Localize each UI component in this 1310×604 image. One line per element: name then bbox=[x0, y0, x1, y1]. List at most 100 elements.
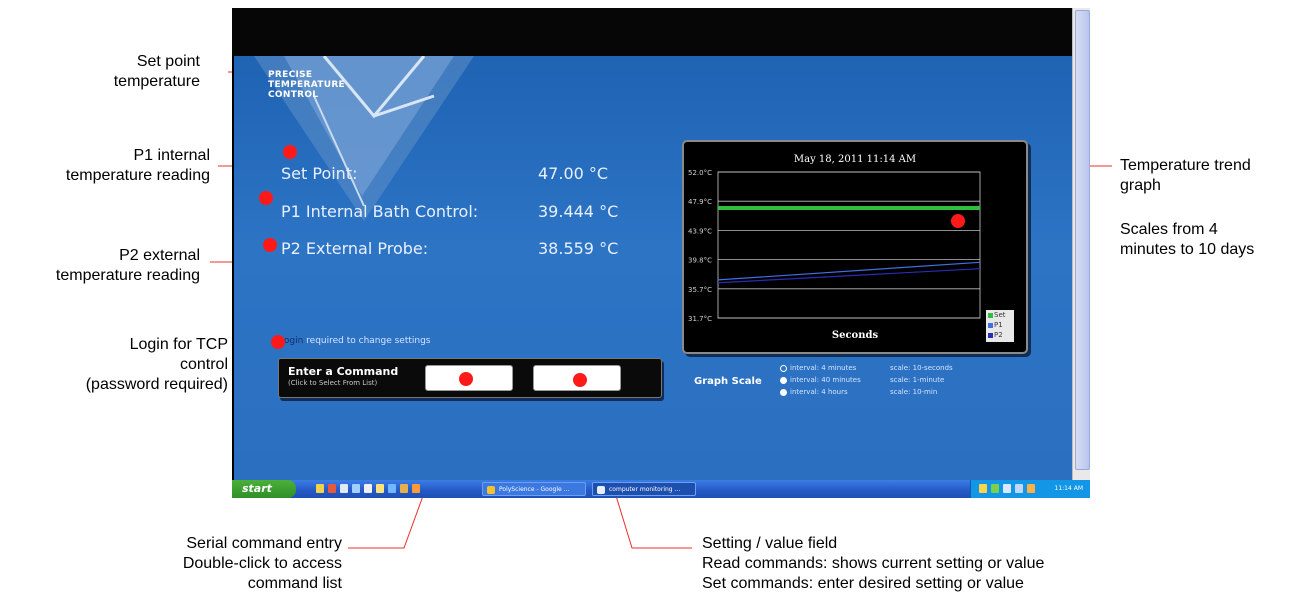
y-tick-label: 52.0°C bbox=[688, 169, 712, 177]
annotation-line: Login for TCP bbox=[129, 336, 228, 353]
command-title: Enter a Command bbox=[288, 365, 399, 378]
scale-value: scale: 1-minute bbox=[890, 376, 945, 384]
logo-line: CONTROL bbox=[268, 90, 319, 100]
graph-scale-option[interactable]: interval: 4 minutes scale: 10-seconds bbox=[780, 364, 953, 372]
scale-interval: interval: 4 hours bbox=[790, 388, 848, 396]
tray-icon[interactable] bbox=[979, 484, 987, 493]
quicklaunch-icon[interactable] bbox=[352, 484, 360, 493]
scrollbar-thumb[interactable] bbox=[1075, 10, 1090, 470]
tray-icon[interactable] bbox=[1003, 484, 1011, 493]
scale-interval: interval: 40 minutes bbox=[790, 376, 861, 384]
tray-icon[interactable] bbox=[1027, 484, 1035, 493]
p2-label: P2 External Probe: bbox=[281, 239, 429, 258]
annotation-line: Read commands: shows current setting or … bbox=[702, 555, 1045, 572]
quicklaunch-icon[interactable] bbox=[400, 484, 408, 493]
taskbar-clock: 11:14 AM bbox=[1054, 485, 1083, 492]
command-subtitle: (Click to Select From List) bbox=[288, 379, 378, 387]
app-screenshot: PRECISE TEMPERATURE CONTROL Set Point: 4… bbox=[232, 8, 1090, 498]
quicklaunch-icon[interactable] bbox=[364, 484, 372, 493]
y-tick-label: 39.8°C bbox=[688, 257, 712, 265]
system-tray: 11:14 AM bbox=[970, 480, 1090, 498]
legend-item-set: Set bbox=[988, 311, 1006, 319]
serial-command-field[interactable] bbox=[425, 365, 513, 391]
annotation-line: Set commands: enter desired setting or v… bbox=[702, 575, 1024, 592]
annotation-login: Login for TCP control (password required… bbox=[20, 335, 228, 395]
windows-taskbar: start PolyScience - Google ... computer … bbox=[232, 480, 1090, 498]
quicklaunch-icon[interactable] bbox=[316, 484, 324, 493]
scale-interval: interval: 4 minutes bbox=[790, 364, 857, 372]
legend-swatch-set bbox=[988, 312, 993, 318]
legend-swatch-p1 bbox=[988, 322, 993, 328]
set-point-value: 47.00 °C bbox=[538, 164, 609, 183]
annotation-setting: Setting / value field Read commands: sho… bbox=[702, 534, 1122, 594]
quicklaunch-icon[interactable] bbox=[376, 484, 384, 493]
annotation-line: control bbox=[179, 356, 228, 373]
annotation-line: minutes to 10 days bbox=[1120, 241, 1255, 258]
browser-scrollbar[interactable] bbox=[1072, 8, 1090, 480]
graph-plot: 52.0°C 47.9°C 43.9°C 39.8°C 35.7°C 31.7°C bbox=[688, 169, 981, 323]
set-point-label: Set Point: bbox=[281, 164, 358, 183]
temperature-trend-graph: May 18, 2011 11:14 AM 52.0°C 47.9°C 43.9°C… bbox=[682, 140, 1028, 354]
task-label: computer monitoring ... bbox=[609, 486, 681, 493]
annotation-line: Setting / value field bbox=[702, 535, 838, 552]
taskbar-item-browser[interactable]: PolyScience - Google ... bbox=[482, 482, 586, 496]
taskbar-item-document[interactable]: computer monitoring ... bbox=[592, 482, 696, 496]
setting-value-field[interactable] bbox=[533, 365, 621, 391]
app-content: PRECISE TEMPERATURE CONTROL Set Point: 4… bbox=[234, 56, 1072, 480]
annotation-serial: Serial command entry Double-click to acc… bbox=[80, 534, 342, 594]
p1-value: 39.444 °C bbox=[538, 202, 619, 221]
start-button[interactable]: start bbox=[232, 480, 296, 498]
y-tick-label: 47.9°C bbox=[688, 198, 712, 206]
radio-icon[interactable] bbox=[780, 388, 787, 396]
p1-label: P1 Internal Bath Control: bbox=[281, 202, 479, 221]
legend-label-p2: P2 bbox=[994, 331, 1003, 339]
annotation-line: temperature reading bbox=[65, 167, 210, 184]
browser-icon bbox=[487, 486, 495, 494]
legend-label-set: Set bbox=[994, 311, 1006, 319]
p2-value: 38.559 °C bbox=[538, 239, 619, 258]
annotation-line: graph bbox=[1120, 177, 1161, 194]
login-link[interactable]: Login bbox=[279, 336, 303, 346]
annotation-line: P2 external bbox=[119, 247, 200, 264]
task-label: PolyScience - Google ... bbox=[499, 486, 570, 493]
window-top-bar bbox=[232, 8, 1090, 56]
annotation-line: P1 internal bbox=[133, 147, 211, 164]
plot-border bbox=[717, 171, 981, 319]
graph-scale-option[interactable]: interval: 4 hours scale: 10-min bbox=[780, 388, 937, 396]
quicklaunch-icon[interactable] bbox=[328, 484, 336, 493]
graph-scale-label: Graph Scale bbox=[694, 376, 762, 387]
annotation-line: Temperature trend bbox=[1120, 157, 1251, 174]
quicklaunch-icon[interactable] bbox=[340, 484, 348, 493]
document-icon bbox=[597, 486, 605, 494]
graph-scale-option[interactable]: interval: 40 minutes scale: 1-minute bbox=[780, 376, 944, 384]
annotation-trend: Temperature trend graph bbox=[1120, 156, 1308, 196]
login-row: Login required to change settings bbox=[279, 336, 431, 346]
graph-xlabel: Seconds bbox=[831, 330, 879, 341]
annotation-line: Serial command entry bbox=[186, 535, 342, 552]
annotation-p2: P2 external temperature reading bbox=[0, 246, 200, 286]
quicklaunch-icon[interactable] bbox=[412, 484, 420, 493]
annotation-line: temperature bbox=[113, 73, 200, 90]
annotation-p1: P1 internal temperature reading bbox=[20, 146, 210, 186]
scale-value: scale: 10-min bbox=[890, 388, 938, 396]
tray-icon[interactable] bbox=[991, 484, 999, 493]
command-panel: Enter a Command (Click to Select From Li… bbox=[278, 358, 662, 398]
logo-line: PRECISE bbox=[268, 70, 313, 80]
radio-icon[interactable] bbox=[780, 364, 787, 372]
scale-value: scale: 10-seconds bbox=[890, 364, 953, 372]
annotation-line: Double-click to access bbox=[182, 555, 342, 572]
legend-swatch-p2 bbox=[988, 332, 993, 338]
annotation-scales: Scales from 4 minutes to 10 days bbox=[1120, 220, 1308, 260]
annotation-set-point: Set point temperature bbox=[100, 52, 200, 92]
annotation-line: (password required) bbox=[85, 376, 228, 393]
annotation-line: temperature reading bbox=[55, 267, 200, 284]
tray-icon[interactable] bbox=[1015, 484, 1023, 493]
graph-legend: Set P1 P2 bbox=[986, 310, 1014, 342]
y-tick-label: 43.9°C bbox=[688, 227, 712, 235]
radio-icon[interactable] bbox=[780, 376, 787, 384]
legend-item-p1: P1 bbox=[988, 321, 1003, 329]
annotation-line: Scales from 4 bbox=[1120, 221, 1218, 238]
quicklaunch-icon[interactable] bbox=[388, 484, 396, 493]
y-tick-label: 31.7°C bbox=[688, 315, 712, 323]
login-text: required to change settings bbox=[306, 336, 431, 346]
